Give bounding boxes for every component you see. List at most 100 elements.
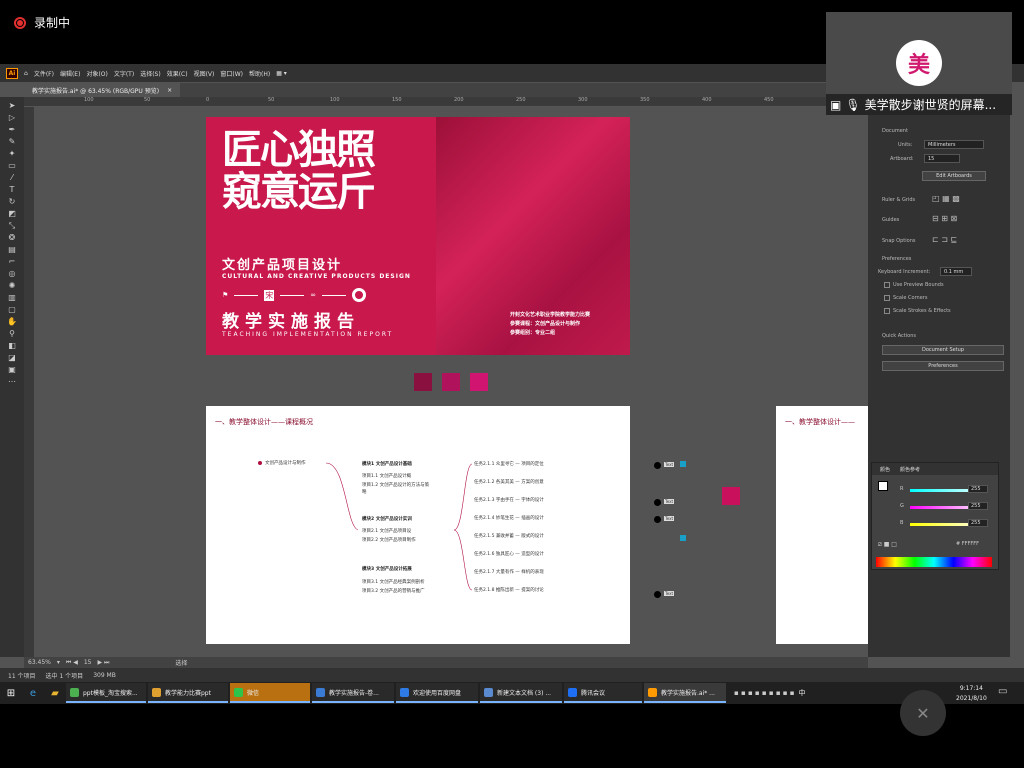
chevron-down-icon[interactable]: ▾ — [57, 659, 60, 666]
notification-icon[interactable]: ▭ — [998, 686, 1007, 697]
text-label[interactable]: Text — [664, 462, 675, 467]
document-setup-button[interactable]: Document Setup — [882, 345, 1004, 355]
menu-object[interactable]: 对象(O) — [86, 69, 107, 78]
cover-artboard[interactable]: 匠心独照 窥意运斤 文创产品项目设计 CULTURAL AND CREATIVE… — [206, 117, 630, 355]
magic-wand-icon[interactable]: ✦ — [9, 150, 16, 158]
fill-swatch[interactable] — [878, 481, 888, 491]
menu-type[interactable]: 文字(T) — [114, 69, 134, 78]
next-artboard[interactable]: 一、教学整体设计—— — [776, 406, 868, 644]
paintbrush-tool-icon[interactable]: ⁄ — [11, 174, 12, 182]
selection-tool-icon[interactable]: ➤ — [9, 102, 16, 110]
menu-view[interactable]: 视图(V) — [194, 69, 215, 78]
zoom-tool-icon[interactable]: ⚲ — [9, 330, 15, 338]
guides-toggle-icon[interactable]: ⊟ ⊞ ⊠ — [932, 214, 957, 223]
swatch[interactable] — [414, 373, 432, 391]
artboard-number[interactable]: 15 — [84, 659, 92, 666]
none-swatch-icon[interactable]: ⧄ ■ □ — [878, 541, 897, 549]
taskbar-item[interactable]: 教学实施报告-卷... — [312, 683, 394, 703]
eraser-tool-icon[interactable]: ◩ — [8, 210, 16, 218]
rotate-tool-icon[interactable]: ↻ — [9, 198, 16, 206]
system-clock[interactable]: 9:17:14 2021/8/10 — [956, 684, 987, 704]
text-label[interactable]: Text — [664, 591, 675, 596]
warp-tool-icon[interactable]: ❂ — [9, 234, 16, 242]
menu-effect[interactable]: 效果(C) — [167, 69, 188, 78]
scale-corners-checkbox[interactable]: Scale Corners — [884, 295, 927, 301]
horizontal-ruler[interactable]: 100 50 0 50 100 150 200 250 300 350 400 … — [24, 97, 868, 107]
b-value[interactable]: 255 — [968, 519, 988, 527]
taskbar-item[interactable]: 教学实施报告.ai* ... — [644, 683, 726, 703]
hand-tool-icon[interactable]: ✋ — [7, 318, 17, 326]
artboard-select[interactable]: 15 — [924, 154, 960, 163]
gradient-tool-icon[interactable]: ▤ — [8, 246, 16, 254]
artboard-tool-icon[interactable]: ▢ — [8, 306, 16, 314]
vertical-ruler[interactable] — [24, 107, 34, 657]
course-overview-artboard[interactable]: 一、教学整体设计——课程概况 文创产品设计与制作 模块1 文创产品设计基础 项目… — [206, 406, 630, 644]
tab-color-guide[interactable]: 颜色参考 — [900, 466, 920, 473]
workspace-switcher-icon[interactable]: ▦ ▾ — [276, 70, 287, 77]
file-explorer-icon[interactable]: ▰ — [44, 682, 66, 704]
use-preview-bounds-checkbox[interactable]: Use Preview Bounds — [884, 282, 944, 288]
symbol-sprayer-icon[interactable]: ✺ — [9, 282, 16, 290]
anchor-dot[interactable] — [654, 591, 661, 598]
r-value[interactable]: 255 — [968, 485, 988, 493]
anchor-dot[interactable] — [654, 462, 661, 469]
more-tools-icon[interactable]: ⋯ — [8, 378, 16, 386]
keyboard-increment-input[interactable]: 0.1 mm — [940, 267, 972, 276]
menu-edit[interactable]: 编辑(E) — [60, 69, 80, 78]
document-tab[interactable]: 教学实施报告.ai* @ 63.45% (RGB/GPU 预览) × — [24, 83, 181, 97]
screen-mode-icon[interactable]: ▣ — [8, 366, 16, 374]
anchor-dot[interactable] — [654, 516, 661, 523]
loose-swatch[interactable] — [722, 487, 740, 505]
taskbar-item[interactable]: 欢迎使用百度网盘 — [396, 683, 478, 703]
snap-toggle-icon[interactable]: ⊏ ⊐ ⊑ — [932, 235, 957, 244]
taskbar-item[interactable]: 教学能力比赛ppt — [148, 683, 228, 703]
ime-indicator[interactable]: 中 — [799, 688, 806, 698]
direct-selection-tool-icon[interactable]: ▷ — [9, 114, 15, 122]
loose-shape[interactable] — [680, 535, 686, 541]
swatch[interactable] — [442, 373, 460, 391]
rectangle-tool-icon[interactable]: ▭ — [8, 162, 16, 170]
close-tab-icon[interactable]: × — [167, 87, 172, 94]
graph-tool-icon[interactable]: ▥ — [8, 294, 16, 302]
artboard-canvas[interactable]: 匠心独照 窥意运斤 文创产品项目设计 CULTURAL AND CREATIVE… — [34, 107, 868, 657]
windows-start-icon[interactable]: ⊞ — [0, 682, 22, 704]
tray-icons[interactable]: ▪ ▪ ▪ ▪ ▪ ▪ ▪ ▪ ▪ — [734, 689, 795, 697]
taskbar-item[interactable]: ppt模板_淘宝搜索... — [66, 683, 146, 703]
fill-stroke-icon[interactable]: ◧ — [8, 342, 16, 350]
curvature-tool-icon[interactable]: ✎ — [9, 138, 16, 146]
preferences-button[interactable]: Preferences — [882, 361, 1004, 371]
edge-browser-icon[interactable]: e — [22, 682, 44, 704]
menu-file[interactable]: 文件(F) — [34, 69, 54, 78]
artboard-nav-icon[interactable]: ⏮ ◀ — [66, 659, 78, 667]
artboard-nav-next-icon[interactable]: ▶ ⏭ — [97, 659, 109, 667]
scale-tool-icon[interactable]: ⤡ — [9, 222, 15, 230]
menu-help[interactable]: 帮助(H) — [249, 69, 270, 78]
zoom-level[interactable]: 63.45% — [28, 659, 51, 666]
loose-shape[interactable] — [680, 461, 686, 467]
anchor-dot[interactable] — [654, 499, 661, 506]
menu-select[interactable]: 选择(S) — [140, 69, 161, 78]
ruler-tick: 400 — [702, 97, 712, 103]
text-label[interactable]: Text — [664, 516, 675, 521]
color-spectrum[interactable] — [876, 557, 992, 567]
swatch[interactable] — [470, 373, 488, 391]
units-select[interactable]: Millimeters — [924, 140, 984, 149]
pen-tool-icon[interactable]: ✒ — [9, 126, 16, 134]
home-icon[interactable]: ⌂ — [24, 70, 28, 77]
taskbar-item[interactable]: 新建文本文档 (3) ... — [480, 683, 562, 703]
draw-mode-icon[interactable]: ◪ — [8, 354, 16, 362]
muted-microphone-icon[interactable]: ✕ — [900, 690, 946, 736]
ruler-toggle-icon[interactable]: ◰ ▦ ▩ — [932, 194, 960, 203]
eyedropper-tool-icon[interactable]: ⌐ — [9, 258, 16, 266]
g-value[interactable]: 255 — [968, 502, 988, 510]
hex-value[interactable]: # FFFFFF — [956, 541, 979, 547]
type-tool-icon[interactable]: T — [10, 186, 15, 194]
taskbar-item[interactable]: 腾讯会议 — [564, 683, 642, 703]
menu-window[interactable]: 窗口(W) — [220, 69, 243, 78]
tab-color[interactable]: 颜色 — [880, 466, 890, 473]
edit-artboards-button[interactable]: Edit Artboards — [922, 171, 986, 181]
text-label[interactable]: Text — [664, 499, 675, 504]
scale-strokes-checkbox[interactable]: Scale Strokes & Effects — [884, 308, 951, 314]
blend-tool-icon[interactable]: ◎ — [9, 270, 16, 278]
taskbar-item[interactable]: 微信 — [230, 683, 310, 703]
